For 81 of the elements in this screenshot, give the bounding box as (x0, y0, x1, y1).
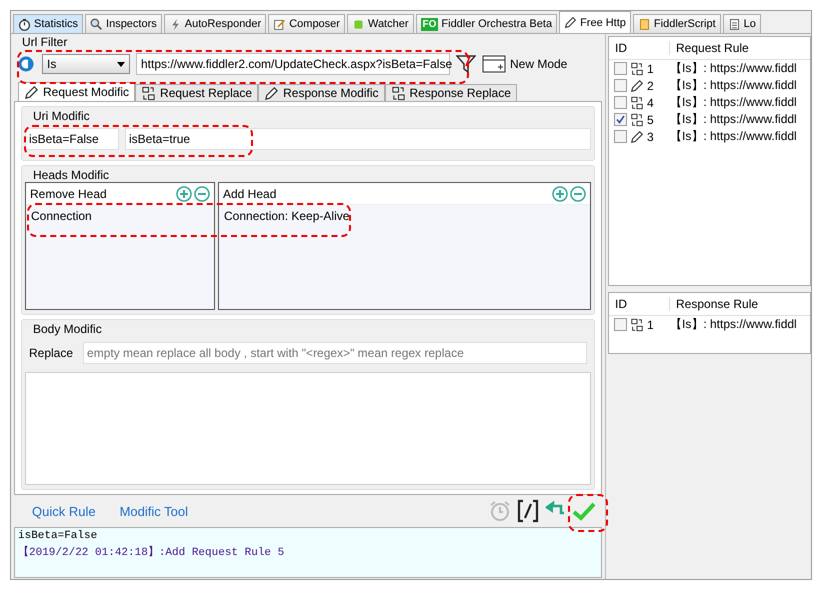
column-header: Response Rule (675, 297, 758, 311)
swap-boxes-icon (630, 62, 644, 76)
rule-text[interactable]: 【Is】: https://www.fiddl (670, 94, 797, 111)
rule-id: 3 (647, 130, 655, 144)
rule-id: 5 (647, 112, 655, 126)
rule-text[interactable]: 【Is】: https://www.fiddl (670, 111, 797, 128)
rule-id: 1 (647, 62, 655, 76)
group-title: Uri Modific (32, 109, 90, 123)
rule-id: 1 (647, 318, 655, 332)
link[interactable]: Quick Rule (32, 504, 96, 518)
stopwatch-icon (18, 18, 31, 30)
checkbox[interactable] (614, 79, 627, 92)
url-field[interactable]: https://www.fiddler2.com/UpdateCheck.aspx?isBeta=False (136, 53, 450, 75)
find-field[interactable]: isBeta=False (25, 128, 119, 150)
window-plus-icon[interactable] (482, 55, 506, 73)
script-icon (638, 18, 651, 30)
rule-text[interactable]: 【Is】: https://www.fiddl (670, 60, 797, 77)
add-icon[interactable] (176, 186, 192, 202)
pencil-icon (564, 16, 578, 29)
rule-text[interactable]: 【Is】: https://www.fiddl (670, 77, 797, 94)
header-item[interactable]: Connection (26, 205, 214, 227)
swap-boxes-icon (630, 318, 644, 332)
group-title: Body Modific (32, 322, 103, 336)
tab[interactable]: Watcher (346, 14, 414, 33)
replace-body-field[interactable]: empty mean replace all body , start with "<regex>" mean regex replace (83, 342, 587, 364)
document-icon (728, 18, 741, 30)
rule-text[interactable]: 【Is】: https://www.fiddl (670, 128, 797, 145)
notepad-pencil-icon (273, 18, 286, 30)
caret-icon[interactable] (117, 62, 125, 66)
tab[interactable]: Request Modific (18, 82, 136, 101)
pencil-icon (630, 130, 644, 144)
group-title: Heads Modific (32, 168, 110, 182)
filter-icon[interactable] (456, 54, 476, 74)
rounded-square-icon (352, 18, 365, 30)
tab[interactable]: AutoResponder (164, 14, 266, 33)
column-header: Request Rule (675, 41, 749, 55)
rule-id: 4 (647, 96, 655, 110)
orchestra-badge: FO (420, 18, 438, 30)
log-line: isBeta=False (18, 530, 98, 542)
swap-boxes-icon (141, 86, 156, 100)
remove-icon[interactable] (194, 186, 210, 202)
checkbox[interactable] (614, 113, 627, 126)
swap-boxes-icon (390, 86, 406, 100)
add-icon[interactable] (552, 186, 568, 202)
annotation-outline (568, 494, 608, 532)
checkbox[interactable] (614, 130, 627, 143)
tab[interactable]: Free Http (559, 11, 631, 33)
log-line: 【2019/2/22 01:42:18】:Add Request Rule 5 (18, 544, 286, 559)
tab[interactable]: Composer (268, 14, 345, 33)
tab[interactable]: FO Fiddler Orchestra Beta (416, 14, 558, 33)
swap-boxes-icon (630, 112, 644, 126)
tab[interactable]: FiddlerScript (632, 14, 721, 33)
link[interactable]: Modific Tool (120, 504, 188, 518)
rule-text[interactable]: 【Is】: https://www.fiddl (670, 316, 797, 333)
magnifier-icon (90, 18, 104, 30)
remove-icon[interactable] (570, 186, 586, 202)
checkbox[interactable] (614, 96, 627, 109)
checkbox[interactable] (614, 318, 627, 331)
pencil-icon (630, 78, 644, 92)
replace-label: Replace (29, 346, 74, 360)
swap-boxes-icon (630, 96, 644, 110)
group-title: Url Filter (21, 35, 68, 49)
bracket-slash-icon[interactable] (516, 499, 540, 523)
tab[interactable]: Lo (722, 14, 761, 33)
column-header: ID (609, 41, 670, 55)
tab[interactable]: Response Modific (258, 84, 384, 101)
match-dropdown[interactable]: Is (42, 54, 130, 74)
tab[interactable]: Request Replace (135, 84, 258, 101)
tab[interactable]: Response Replace (384, 84, 517, 101)
list-title: Add Head (223, 186, 276, 200)
tab[interactable]: Statistics (13, 14, 84, 33)
header-item[interactable]: Connection: Keep-Alive (219, 205, 590, 227)
tab[interactable]: Inspectors (85, 14, 162, 33)
column-header: ID (609, 297, 670, 311)
list-title: Remove Head (30, 186, 107, 200)
new-mode-label[interactable]: New Mode (510, 57, 568, 71)
replace-field[interactable]: isBeta=true (125, 128, 591, 150)
checkbox[interactable] (614, 62, 627, 75)
target-icon (18, 55, 36, 73)
body-text-area[interactable] (25, 372, 591, 485)
rule-id: 2 (647, 78, 655, 92)
